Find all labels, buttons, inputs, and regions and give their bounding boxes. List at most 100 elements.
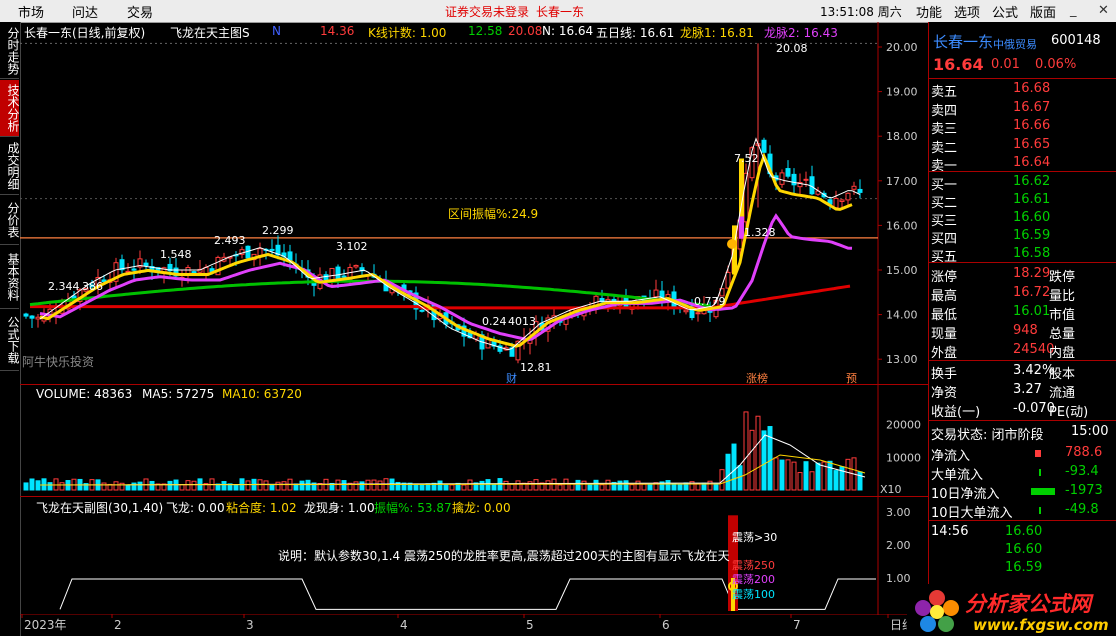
tick-price: 16.60: [1005, 542, 1043, 557]
ask-price: 16.65: [1013, 136, 1051, 152]
menu-function[interactable]: 功能: [916, 2, 942, 21]
menu-ask[interactable]: 问达: [72, 2, 98, 21]
date-axis-labels: 2023年 2 3 4 5 6 7 日线: [20, 614, 928, 632]
bid-price: 16.58: [1013, 246, 1051, 261]
flow-label: 10日净流入: [931, 487, 1000, 502]
flow-bar: [1031, 488, 1055, 495]
quote-row: 最低 16.01 市值: [929, 303, 1116, 323]
ask-level-label: 卖四: [931, 103, 958, 119]
forecast-tag: 预: [846, 372, 857, 384]
ask-level-label: 卖三: [931, 122, 958, 137]
menu-trade[interactable]: 交易: [127, 2, 153, 21]
volume-bar: [845, 458, 851, 491]
zd100-label: 震荡100: [732, 588, 775, 601]
quote-row: 现量 948 总量: [929, 322, 1116, 342]
divider: [929, 420, 1116, 421]
candle-body: [845, 192, 851, 201]
price-annotation: 2.299: [262, 224, 294, 237]
stat-label-2: 市值: [1049, 308, 1076, 323]
price-change: 0.01: [991, 57, 1020, 72]
volume-bar: [449, 484, 455, 491]
candle-body: [335, 266, 341, 281]
volume-bar: [149, 480, 155, 491]
clock: 13:51:08 周六: [820, 5, 902, 19]
tab-trades[interactable]: 成交明细: [0, 138, 20, 195]
volume-bar: [641, 483, 647, 491]
volume-unit: X10: [880, 483, 902, 496]
tab-intraday[interactable]: 分时走势: [0, 24, 20, 79]
quote-row: 净流入 788.6: [929, 444, 1116, 464]
volume-bar: [29, 478, 35, 491]
volume-bar: [737, 465, 743, 491]
minimize-icon[interactable]: _: [1070, 3, 1077, 18]
login-warning[interactable]: 证券交易未登录: [445, 3, 529, 20]
date-label: 6: [662, 618, 670, 632]
tab-fundamentals[interactable]: 基本资料: [0, 246, 20, 309]
ask-price: 16.66: [1013, 118, 1051, 133]
date-label: 5: [526, 618, 534, 632]
sub-indicator-panel[interactable]: 3.00 2.00 1.00 震荡>30 震荡250 震荡200 震荡100 飞龙在天副图(…: [20, 496, 928, 615]
date-label: 2023年: [24, 618, 67, 632]
tab-price-table[interactable]: 分价表: [0, 196, 20, 245]
quote-title: 长春一东 中俄贸易 600148: [929, 30, 1116, 52]
menu-options[interactable]: 选项: [954, 2, 980, 21]
left-tab-bar: 分时走势 技术分析 成交明细 分价表 基本资料 公式下载: [0, 22, 21, 636]
tab-formula-download[interactable]: 公式下载: [0, 310, 20, 371]
flow-value: -1973: [1065, 483, 1103, 498]
trade-status-time: 15:00: [1071, 424, 1109, 439]
stock-name: 长春一东: [933, 33, 994, 51]
quote-row: 大单流入 -93.4: [929, 463, 1116, 483]
volume-panel[interactable]: 20000 10000 X10 VOLUME: 48363 MA5: 57275 M…: [20, 384, 928, 497]
stat-label: 现量: [931, 327, 958, 342]
stat-value: 3.27: [1013, 382, 1042, 397]
volume-bar: [731, 443, 737, 491]
sub-nianhe: 粘合度: 1.02: [226, 501, 297, 515]
signal-bar: [739, 158, 744, 217]
menu-formula[interactable]: 公式: [992, 2, 1018, 21]
ind-kcount: K线计数: 1.00: [368, 26, 447, 40]
stat-label: 净资: [931, 386, 958, 401]
quote-price-row: 16.64 0.01 0.06%: [929, 54, 1116, 76]
stat-label: 收益(一): [931, 405, 981, 420]
stat-label-2: 量比: [1049, 289, 1076, 304]
tab-technical[interactable]: 技术分析: [0, 80, 20, 137]
price-annotation: 20.08: [776, 42, 808, 55]
kline-panel[interactable]: 20.00 19.00 18.00 17.00 16.00 15.00 14.00 13.00…: [20, 22, 928, 384]
ask-price: 16.67: [1013, 99, 1051, 115]
ind-n: N: 16.64: [542, 24, 594, 38]
volume-bar: [167, 480, 173, 491]
tick-time: 14:56: [931, 524, 969, 539]
volume-bar: [779, 459, 785, 491]
menu-layout[interactable]: 版面: [1030, 2, 1056, 21]
volume-bar: [305, 479, 311, 491]
quote-row: 买二 16.61: [929, 191, 1116, 211]
close-icon[interactable]: ✕: [1098, 3, 1109, 18]
zone-amplitude-label: 区间振幅%:24.9: [448, 206, 538, 221]
ind-long2: 龙脉2: 16.43: [764, 26, 838, 40]
volume-bar: [191, 480, 197, 491]
candle-body: [725, 271, 731, 289]
sub-name[interactable]: 飞龙在天副图(30,1.40): [36, 499, 163, 516]
menu-market[interactable]: 市场: [18, 2, 44, 21]
candle-body: [257, 248, 263, 256]
price-annotation: 2.344: [48, 280, 80, 293]
volume-bar: [137, 481, 143, 491]
flower-logo-icon: [915, 590, 959, 632]
indicator-name[interactable]: 飞龙在天主图S: [170, 24, 250, 41]
price-annotation: 386: [82, 280, 103, 293]
watermark-text: 阿牛快乐投资: [22, 354, 94, 369]
volume-bar: [371, 479, 377, 491]
volume-bar: [797, 472, 803, 491]
candle-body: [287, 251, 293, 261]
volume-bar: [695, 483, 701, 491]
stat-value: 948: [1013, 323, 1038, 338]
volume-bar: [527, 481, 533, 491]
candle-body: [851, 185, 857, 190]
candle-body: [131, 268, 137, 271]
candle-body: [341, 275, 347, 278]
sub-axis-label: 2.00: [886, 539, 911, 552]
quote-row: 买四 16.59: [929, 227, 1116, 247]
volume-bar: [269, 484, 275, 491]
candle-body: [857, 188, 863, 193]
volume-bar: [671, 483, 677, 491]
